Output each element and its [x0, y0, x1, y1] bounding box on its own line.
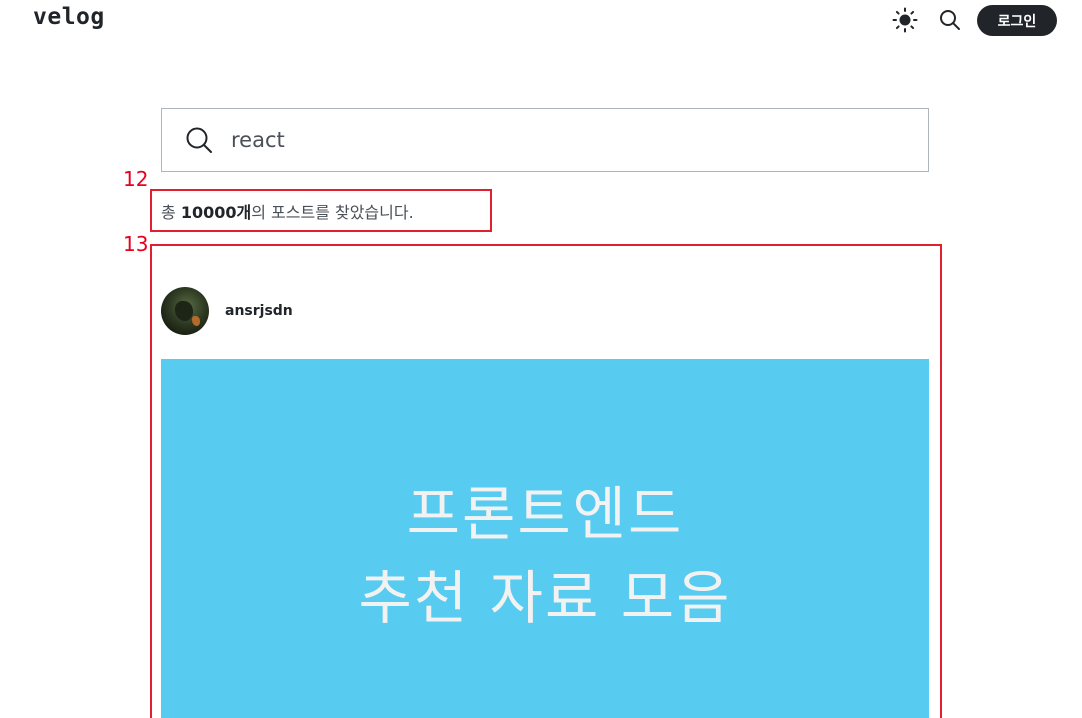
sun-icon [892, 7, 918, 33]
post-thumbnail[interactable]: 프론트엔드 추천 자료 모음 [161, 359, 929, 718]
results-prefix: 총 [161, 203, 181, 222]
results-suffix: 의 포스트를 찾았습니다. [251, 203, 414, 222]
avatar[interactable] [161, 287, 209, 335]
annotation-label-12: 12 [123, 167, 149, 191]
login-button[interactable]: 로그인 [977, 5, 1057, 36]
thumbnail-title-line-2: 추천 자료 모음 [358, 564, 732, 632]
results-count: 10000개 [180, 203, 252, 222]
post-author[interactable]: ansrjsdn [161, 287, 293, 335]
thumbnail-title-line-1: 프론트엔드 [406, 480, 684, 548]
header-search-button[interactable] [936, 6, 964, 34]
results-count-text: 총 10000개의 포스트를 찾았습니다. [161, 199, 414, 223]
search-box[interactable] [161, 108, 929, 172]
theme-toggle-button[interactable] [890, 5, 920, 35]
search-icon [185, 126, 213, 154]
annotation-label-13: 13 [123, 232, 149, 256]
search-icon [940, 10, 960, 30]
search-input[interactable] [231, 128, 871, 152]
username[interactable]: ansrjsdn [225, 303, 293, 319]
velog-logo[interactable]: velog [33, 4, 105, 30]
